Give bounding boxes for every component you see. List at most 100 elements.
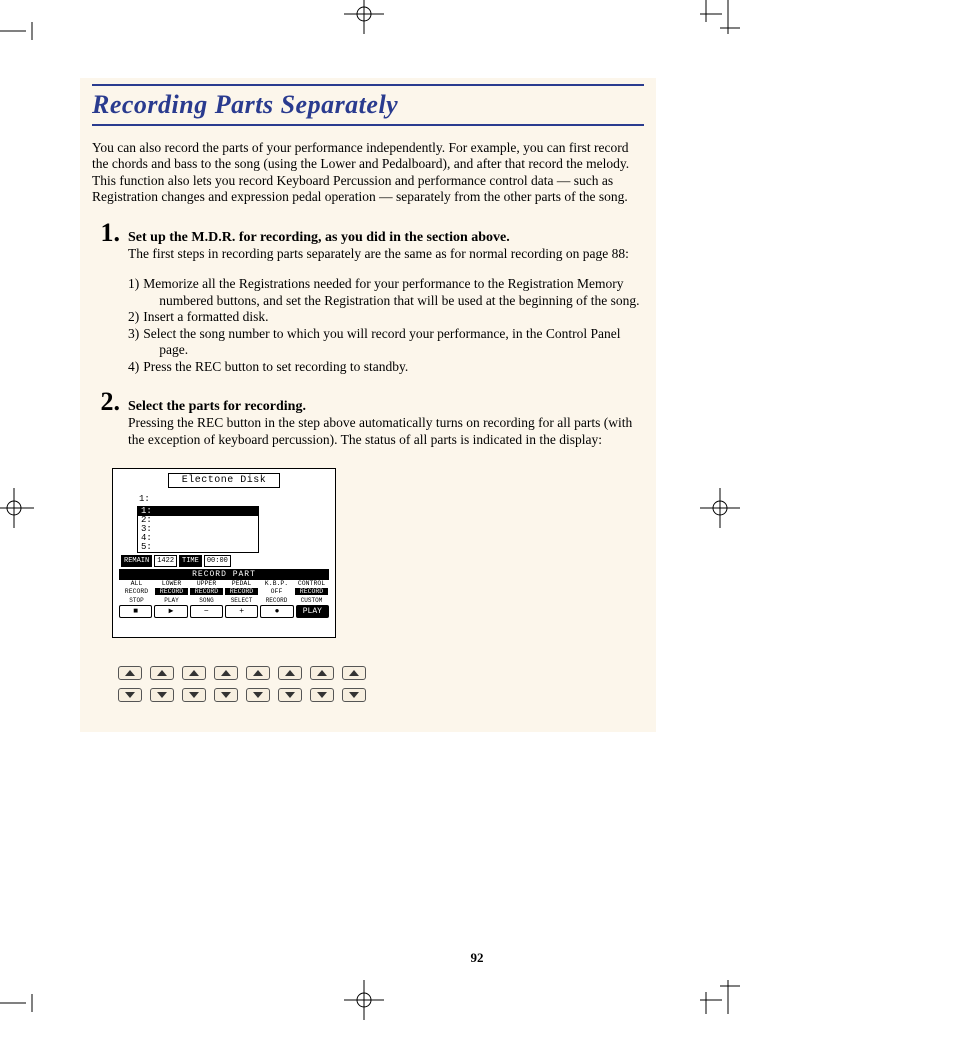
title-rule-top: Recording Parts Separately	[92, 84, 644, 126]
section-title: Recording Parts Separately	[92, 90, 644, 126]
hardware-buttons-down-row	[118, 688, 656, 702]
list-item: 1) Memorize all the Registrations needed…	[128, 276, 644, 309]
lcd-status-bar: REMAIN 1422 TIME 00:00	[121, 555, 329, 567]
up-button[interactable]	[118, 666, 142, 680]
triangle-up-icon	[157, 670, 167, 676]
lcd-part-name: ALL	[119, 581, 154, 588]
lcd-part-state: RECORD	[225, 588, 258, 595]
step-1-sublist: 1) Memorize all the Registrations needed…	[128, 276, 644, 375]
crop-mark-top-right	[700, 0, 740, 34]
list-item: 4) Press the REC button to set recording…	[128, 359, 644, 375]
list-item-text: Memorize all the Registrations needed fo…	[143, 276, 639, 309]
registration-mark-bottom	[344, 980, 384, 1020]
lcd-ctrl-label: PLAY	[154, 597, 189, 604]
list-item-line2: numbered buttons, and set the Registrati…	[159, 293, 639, 309]
step-1-heading: Set up the M.D.R. for recording, as you …	[128, 230, 510, 246]
up-button[interactable]	[310, 666, 334, 680]
down-button[interactable]	[342, 688, 366, 702]
up-button[interactable]	[150, 666, 174, 680]
lcd-song-row: 3:	[138, 525, 258, 534]
step-1-lead: The first steps in recording parts separ…	[128, 246, 644, 262]
page-number: 92	[0, 950, 954, 966]
down-button[interactable]	[278, 688, 302, 702]
crop-mark-bottom-right	[700, 980, 740, 1014]
lcd-part-state: RECORD	[295, 588, 328, 595]
lcd-time-value: 00:00	[204, 555, 231, 567]
lcd-part-names: ALL LOWER UPPER PEDAL K.B.P. CONTROL	[119, 581, 329, 588]
list-item-text: Press the REC button to set recording to…	[143, 359, 408, 375]
down-button[interactable]	[246, 688, 270, 702]
down-button[interactable]	[310, 688, 334, 702]
up-button[interactable]	[214, 666, 238, 680]
lcd-plus-icon: +	[225, 605, 258, 618]
content-panel: Recording Parts Separately You can also …	[80, 78, 656, 732]
lcd-minus-icon: −	[190, 605, 223, 618]
triangle-up-icon	[221, 670, 231, 676]
lcd-ctrl-label: STOP	[119, 597, 154, 604]
lcd-record-icon: ●	[260, 605, 293, 618]
triangle-down-icon	[285, 692, 295, 698]
lcd-part-state: RECORD	[119, 588, 154, 595]
triangle-up-icon	[253, 670, 263, 676]
up-button[interactable]	[278, 666, 302, 680]
list-item: 3) Select the song number to which you w…	[128, 326, 644, 359]
triangle-down-icon	[317, 692, 327, 698]
lcd-ctrl-label: RECORD	[259, 597, 294, 604]
triangle-up-icon	[349, 670, 359, 676]
down-button[interactable]	[150, 688, 174, 702]
crop-mark-bottom-left	[0, 994, 40, 1012]
triangle-down-icon	[189, 692, 199, 698]
up-button[interactable]	[342, 666, 366, 680]
up-button[interactable]	[182, 666, 206, 680]
lcd-stop-icon: ■	[119, 605, 152, 618]
list-item-line1: Select the song number to which you will…	[143, 326, 620, 341]
triangle-up-icon	[189, 670, 199, 676]
triangle-down-icon	[349, 692, 359, 698]
lcd-remain-value: 1422	[154, 555, 177, 567]
triangle-down-icon	[157, 692, 167, 698]
registration-mark-top	[344, 0, 384, 34]
triangle-up-icon	[125, 670, 135, 676]
lcd-part-name: PEDAL	[224, 581, 259, 588]
registration-mark-right	[700, 488, 740, 528]
list-item-line1: Memorize all the Registrations needed fo…	[143, 276, 623, 291]
lcd-play-icon: ▶	[154, 605, 187, 618]
list-item-text: Insert a formatted disk.	[143, 309, 268, 325]
lcd-ctrl-label: CUSTOM	[294, 597, 329, 604]
lcd-ctrl-label: SONG	[189, 597, 224, 604]
registration-mark-left	[0, 488, 34, 528]
lcd-custom-play: PLAY	[296, 605, 329, 618]
lcd-control-buttons: ■ ▶ − + ● PLAY	[119, 605, 329, 618]
hardware-buttons	[118, 666, 656, 702]
lcd-part-state: RECORD	[190, 588, 223, 595]
lcd-ctrl-label: SELECT	[224, 597, 259, 604]
step-2-number: 2.	[92, 389, 120, 415]
lcd-time-label: TIME	[179, 555, 202, 567]
step-1-number: 1.	[92, 220, 120, 246]
lcd-part-name: UPPER	[189, 581, 224, 588]
lcd-part-state: OFF	[259, 588, 294, 595]
down-button[interactable]	[182, 688, 206, 702]
lcd-part-name: CONTROL	[294, 581, 329, 588]
lcd-selected-label: 1:	[139, 494, 329, 504]
lcd-song-row: 2:	[138, 516, 258, 525]
step-2-heading: Select the parts for recording.	[128, 399, 306, 415]
lcd-song-list: 1: 2: 3: 4: 5:	[137, 506, 259, 553]
list-item-number: 4)	[128, 359, 139, 375]
step-1: 1. Set up the M.D.R. for recording, as y…	[92, 220, 644, 262]
lcd-record-part-band: RECORD PART	[119, 569, 329, 580]
step-2-body: Pressing the REC button in the step abov…	[128, 415, 644, 448]
up-button[interactable]	[246, 666, 270, 680]
list-item-text: Select the song number to which you will…	[143, 326, 620, 359]
lcd-part-name: K.B.P.	[259, 581, 294, 588]
triangle-up-icon	[285, 670, 295, 676]
list-item-number: 2)	[128, 309, 139, 325]
down-button[interactable]	[214, 688, 238, 702]
list-item: 2) Insert a formatted disk.	[128, 309, 644, 325]
lcd-part-state: RECORD	[155, 588, 188, 595]
lcd-remain-label: REMAIN	[121, 555, 152, 567]
down-button[interactable]	[118, 688, 142, 702]
triangle-down-icon	[221, 692, 231, 698]
intro-paragraph: You can also record the parts of your pe…	[92, 140, 644, 206]
triangle-up-icon	[317, 670, 327, 676]
